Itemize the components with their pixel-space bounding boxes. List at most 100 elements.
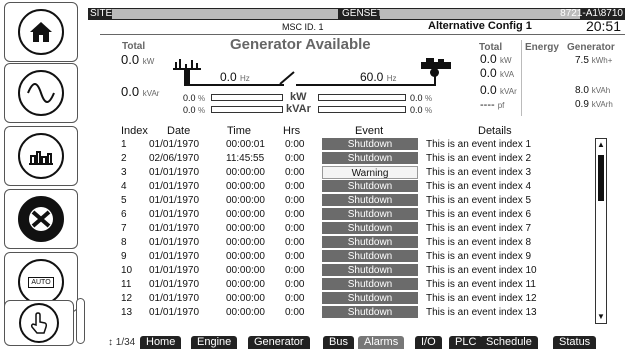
col-details: Details <box>478 125 512 137</box>
nav-tab-generator[interactable]: Generator <box>248 336 310 349</box>
bus-left-riser <box>184 70 190 84</box>
scroll-up-icon[interactable]: ▲ <box>597 140 605 150</box>
table-row[interactable]: 7 01/01/1970 00:00:00 0:00 Shutdown This is a… <box>100 222 580 235</box>
cell-hrs: 0:00 <box>285 223 305 234</box>
scroll-knob[interactable] <box>76 298 85 344</box>
table-row[interactable]: 10 01/01/1970 00:00:00 0:00 Shutdown This is … <box>100 264 580 277</box>
site-field <box>112 9 338 19</box>
cell-time: 00:00:00 <box>226 265 265 276</box>
cell-index: 6 <box>121 209 127 220</box>
event-badge: Shutdown <box>322 278 418 291</box>
cell-date: 01/01/1970 <box>149 293 200 304</box>
plant-icon <box>18 133 64 179</box>
scroll-down-icon[interactable]: ▼ <box>597 312 605 322</box>
nav-tab-plc[interactable]: PLC <box>449 336 483 349</box>
cell-index: 11 <box>121 279 132 290</box>
event-scrollbar[interactable]: ▲ ▼ <box>595 138 607 324</box>
cell-hrs: 0:00 <box>285 167 305 178</box>
stop-icon <box>18 196 64 242</box>
genset-label: GENSET <box>342 8 384 19</box>
sine-wave-icon <box>18 70 64 116</box>
genset-icon <box>421 58 451 69</box>
r-kw: 0.0 kW <box>480 52 512 66</box>
msc-id: MSC ID. 1 <box>282 22 324 32</box>
table-row[interactable]: 6 01/01/1970 00:00:00 0:00 Shutdown This is a… <box>100 208 580 221</box>
meter-divider <box>521 40 522 116</box>
cell-details: This is an event index 2 <box>426 153 532 164</box>
generator-button[interactable] <box>4 63 78 123</box>
table-row[interactable]: 4 01/01/1970 00:00:00 0:00 Shutdown This is a… <box>100 180 580 193</box>
divider <box>100 34 625 35</box>
table-row[interactable]: 12 01/01/1970 00:00:00 0:00 Shutdown This is … <box>100 292 580 305</box>
col-index: Index <box>121 125 148 137</box>
nav-tab-schedule[interactable]: Schedule <box>480 336 538 349</box>
kw-bar-right <box>318 94 406 101</box>
cell-details: This is an event index 6 <box>426 209 532 220</box>
event-badge: Shutdown <box>322 292 418 305</box>
table-row[interactable]: 5 01/01/1970 00:00:00 0:00 Shutdown This is a… <box>100 194 580 207</box>
table-row[interactable]: 3 01/01/1970 00:00:00 0:00 Warning This is an… <box>100 166 580 179</box>
sort-arrows-icon: ↕ <box>108 337 113 348</box>
auto-label: AUTO <box>28 276 54 288</box>
table-row[interactable]: 8 01/01/1970 00:00:00 0:00 Shutdown This is a… <box>100 236 580 249</box>
cell-details: This is an event index 9 <box>426 251 532 262</box>
event-badge: Shutdown <box>322 250 418 263</box>
stop-button[interactable] <box>4 189 78 249</box>
nav-tab-engine[interactable]: Engine <box>191 336 238 349</box>
event-badge: Shutdown <box>322 236 418 249</box>
table-row[interactable]: 2 02/06/1970 11:45:55 0:00 Shutdown This is a… <box>100 152 580 165</box>
kw-bar-left <box>211 94 283 101</box>
cell-index: 9 <box>121 251 127 262</box>
table-row[interactable]: 9 01/01/1970 00:00:00 0:00 Shutdown This is a… <box>100 250 580 263</box>
cell-index: 7 <box>121 223 127 234</box>
cell-index: 2 <box>121 153 127 164</box>
e-kvah: 8.0 kVAh <box>575 85 611 96</box>
bus-button[interactable] <box>4 126 78 186</box>
table-row[interactable]: 11 01/01/1970 00:00:00 0:00 Shutdown This is … <box>100 278 580 291</box>
page-indicator: 1/34 <box>115 337 136 348</box>
event-badge: Shutdown <box>322 194 418 207</box>
pct-bottom-right: 0.0 % <box>410 105 433 115</box>
pager[interactable]: ↕ 1/34 <box>108 337 135 349</box>
cell-hrs: 0:00 <box>285 237 305 248</box>
cell-time: 11:45:55 <box>226 153 265 164</box>
breaker-icon[interactable] <box>278 70 296 86</box>
cell-hrs: 0:00 <box>285 279 305 290</box>
cell-hrs: 0:00 <box>285 307 305 318</box>
table-row[interactable]: 1 01/01/1970 00:00:01 0:00 Shutdown This is a… <box>100 138 580 151</box>
top-bar: SITE GENSET 8721-A1\8710 <box>88 8 625 20</box>
cell-time: 00:00:00 <box>226 251 265 262</box>
auto-icon: AUTO <box>18 259 64 305</box>
home-button[interactable] <box>4 2 78 62</box>
cell-time: 00:00:00 <box>226 279 265 290</box>
nav-tab-alarms[interactable]: Alarms <box>358 336 405 349</box>
nav-tab-i-o[interactable]: I/O <box>415 336 442 349</box>
nav-tab-status[interactable]: Status <box>553 336 597 349</box>
nav-tab-home[interactable]: Home <box>140 336 182 349</box>
event-badge: Shutdown <box>322 208 418 221</box>
nav-tab-bus[interactable]: Bus <box>323 336 354 349</box>
hz-right: 60.0 Hz <box>360 70 397 84</box>
cell-time: 00:00:00 <box>226 195 265 206</box>
total-kvar: 0.0 kVAr <box>121 84 160 99</box>
cell-index: 1 <box>121 139 127 150</box>
event-badge: Shutdown <box>322 180 418 193</box>
cell-hrs: 0:00 <box>285 209 305 220</box>
cell-date: 01/01/1970 <box>149 195 200 206</box>
cell-index: 8 <box>121 237 127 248</box>
col-event: Event <box>355 125 384 137</box>
pct-bottom-left: 0.0 % <box>183 105 206 115</box>
cell-index: 12 <box>121 293 133 304</box>
hz-left: 0.0 Hz <box>220 70 250 84</box>
cell-time: 00:00:01 <box>226 139 265 150</box>
cell-index: 3 <box>121 167 127 178</box>
cell-date: 02/06/1970 <box>149 153 200 164</box>
scroll-thumb[interactable] <box>598 155 604 201</box>
cell-date: 01/01/1970 <box>149 167 200 178</box>
cell-details: This is an event index 11 <box>426 279 536 290</box>
manual-button[interactable] <box>4 300 74 346</box>
cell-date: 01/01/1970 <box>149 181 200 192</box>
table-row[interactable]: 13 01/01/1970 00:00:00 0:00 Shutdown This is … <box>100 306 580 319</box>
cell-time: 00:00:00 <box>226 223 265 234</box>
cell-hrs: 0:00 <box>285 265 305 276</box>
